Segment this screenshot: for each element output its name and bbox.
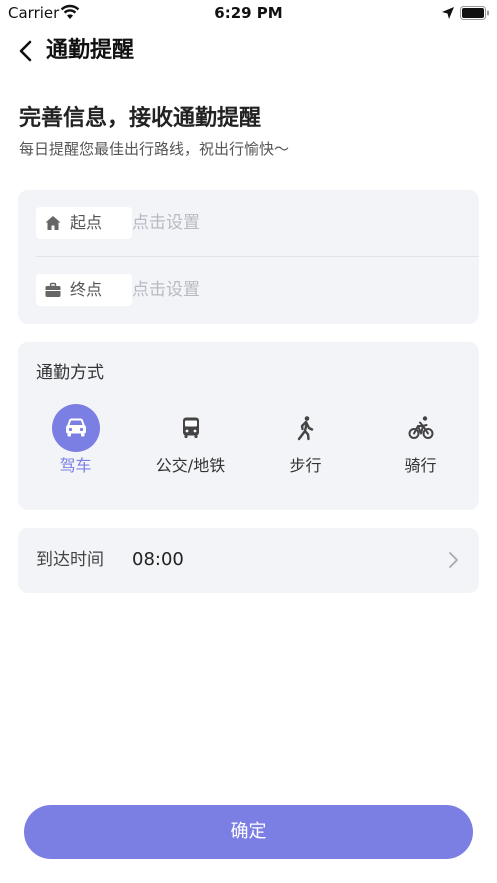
mode-walking[interactable]: 步行: [248, 402, 363, 492]
location-arrow-icon: [442, 7, 454, 19]
location-card: 起点 点击设置 终点 点击设置: [18, 190, 479, 324]
mode-cycling-icon-bg: [397, 404, 445, 452]
end-label: 终点: [70, 280, 103, 299]
mode-transit-icon-bg: [167, 404, 215, 452]
mode-cycling[interactable]: 骑行: [363, 402, 478, 492]
start-value: 点击设置: [132, 213, 200, 233]
chevron-right-icon: [449, 552, 458, 568]
home-icon: [45, 216, 61, 230]
arrival-time-label: 到达时间: [36, 550, 104, 570]
page-title: 通勤提醒: [46, 38, 135, 63]
mode-driving-icon-bg: [51, 404, 100, 452]
mode-transit[interactable]: 公交/地铁: [133, 402, 248, 492]
battery-icon: [460, 6, 489, 20]
start-location-row[interactable]: 起点 点击设置: [18, 190, 479, 256]
briefcase-icon: [45, 282, 61, 297]
status-bar: Carrier 6:29 PM: [0, 0, 497, 26]
walk-icon: [297, 416, 313, 441]
bus-icon: [182, 417, 199, 438]
end-tag: 终点: [36, 274, 132, 306]
end-location-row[interactable]: 终点 点击设置: [18, 257, 479, 323]
mode-walking-icon-bg: [282, 404, 330, 452]
car-icon: [65, 418, 86, 437]
status-time: 6:29 PM: [214, 4, 283, 22]
confirm-button[interactable]: 确定: [24, 805, 473, 859]
mode-walking-label: 步行: [289, 456, 322, 475]
mode-driving-label: 驾车: [59, 456, 92, 475]
arrival-time-value: 08:00: [132, 549, 184, 570]
commute-mode-card: 通勤方式 驾车 公交/地铁 步行 骑行: [18, 342, 479, 510]
arrival-time-row[interactable]: 到达时间 08:00: [18, 528, 479, 593]
commute-mode-title: 通勤方式: [36, 363, 104, 383]
mode-driving[interactable]: 驾车: [18, 402, 133, 492]
start-label: 起点: [70, 213, 103, 232]
bike-icon: [408, 416, 433, 439]
mode-transit-label: 公交/地铁: [155, 456, 226, 475]
start-tag: 起点: [36, 207, 132, 239]
mode-cycling-label: 骑行: [404, 456, 437, 475]
section-subheading: 每日提醒您最佳出行路线，祝出行愉快～: [19, 140, 290, 158]
end-value: 点击设置: [132, 280, 200, 300]
section-heading: 完善信息，接收通勤提醒: [19, 106, 262, 131]
chevron-left-icon[interactable]: [14, 36, 38, 66]
